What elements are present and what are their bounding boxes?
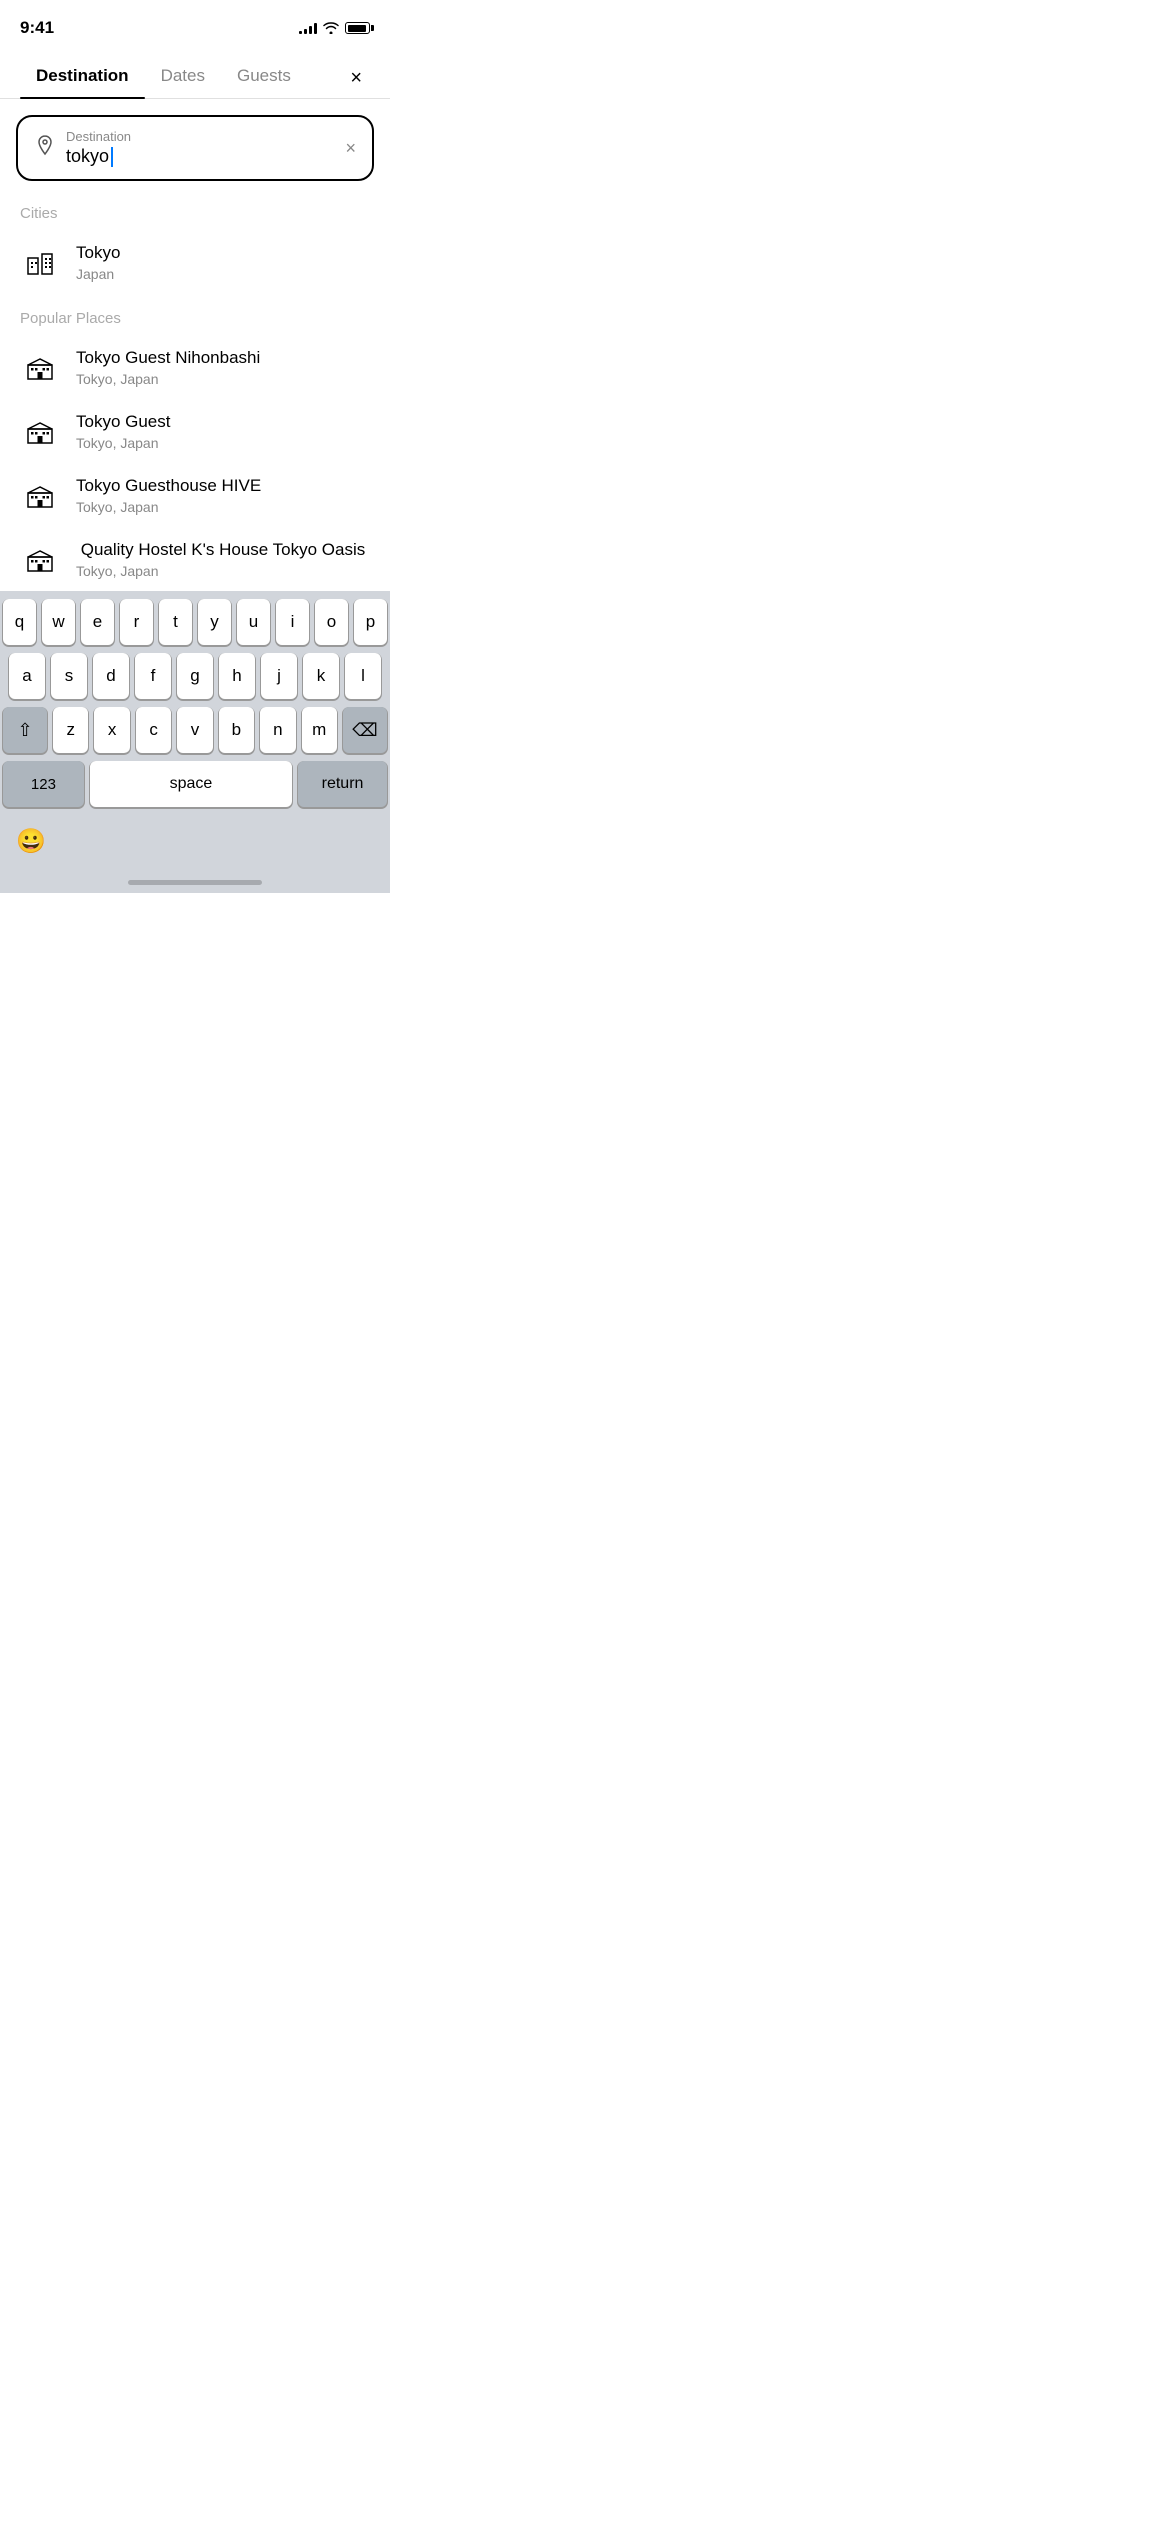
home-indicator-area bbox=[0, 876, 390, 893]
key-j[interactable]: j bbox=[261, 653, 297, 699]
tab-destination[interactable]: Destination bbox=[20, 58, 145, 98]
emoji-button[interactable]: 😀 bbox=[16, 827, 46, 856]
space-key[interactable]: space bbox=[90, 761, 292, 807]
city-info: Tokyo Japan bbox=[76, 242, 370, 282]
key-c[interactable]: c bbox=[136, 707, 171, 753]
key-p[interactable]: p bbox=[354, 599, 387, 645]
key-u[interactable]: u bbox=[237, 599, 270, 645]
keyboard: q w e r t y u i o p a s d f g h j k l ⇧ … bbox=[0, 591, 390, 819]
place-sub: Tokyo, Japan bbox=[76, 435, 370, 451]
home-indicator-bar bbox=[128, 880, 262, 885]
key-l[interactable]: l bbox=[345, 653, 381, 699]
signal-bars-icon bbox=[299, 22, 317, 34]
key-h[interactable]: h bbox=[219, 653, 255, 699]
location-pin-icon bbox=[34, 134, 56, 162]
key-k[interactable]: k bbox=[303, 653, 339, 699]
city-sub: Japan bbox=[76, 266, 370, 282]
place-icon bbox=[20, 411, 60, 451]
search-clear-button[interactable]: × bbox=[345, 138, 356, 159]
tab-dates[interactable]: Dates bbox=[145, 58, 221, 98]
key-f[interactable]: f bbox=[135, 653, 171, 699]
key-g[interactable]: g bbox=[177, 653, 213, 699]
list-item[interactable]: Tokyo Guest Tokyo, Japan bbox=[0, 399, 390, 463]
key-a[interactable]: a bbox=[9, 653, 45, 699]
shift-key[interactable]: ⇧ bbox=[3, 707, 47, 753]
place-info: Quality Hostel K's House Tokyo Oasis Tok… bbox=[76, 539, 370, 579]
place-sub: Tokyo, Japan bbox=[76, 371, 370, 387]
tab-guests[interactable]: Guests bbox=[221, 58, 307, 98]
keyboard-row-2: a s d f g h j k l bbox=[3, 653, 387, 699]
key-o[interactable]: o bbox=[315, 599, 348, 645]
place-sub: Tokyo, Japan bbox=[76, 563, 370, 579]
key-m[interactable]: m bbox=[302, 707, 337, 753]
key-t[interactable]: t bbox=[159, 599, 192, 645]
text-cursor bbox=[111, 147, 113, 167]
nav-tabs: Destination Dates Guests × bbox=[0, 50, 390, 99]
place-name: Quality Hostel K's House Tokyo Oasis bbox=[76, 539, 370, 561]
city-icon bbox=[20, 242, 60, 282]
key-r[interactable]: r bbox=[120, 599, 153, 645]
place-info: Tokyo Guesthouse HIVE Tokyo, Japan bbox=[76, 475, 370, 515]
key-y[interactable]: y bbox=[198, 599, 231, 645]
return-key[interactable]: return bbox=[298, 761, 387, 807]
key-q[interactable]: q bbox=[3, 599, 36, 645]
delete-key[interactable]: ⌫ bbox=[343, 707, 387, 753]
popular-places-section-header: Popular Places bbox=[0, 294, 390, 335]
key-w[interactable]: w bbox=[42, 599, 75, 645]
battery-icon bbox=[345, 22, 370, 34]
cities-section-header: Cities bbox=[0, 189, 390, 230]
keyboard-row-3: ⇧ z x c v b n m ⌫ bbox=[3, 707, 387, 753]
keyboard-row-bottom: 123 space return bbox=[3, 761, 387, 807]
place-name: Tokyo Guesthouse HIVE bbox=[76, 475, 370, 497]
status-bar: 9:41 bbox=[0, 0, 390, 50]
key-n[interactable]: n bbox=[260, 707, 295, 753]
list-item[interactable]: Tokyo Japan bbox=[0, 230, 390, 294]
close-button[interactable]: × bbox=[342, 63, 370, 94]
place-sub: Tokyo, Japan bbox=[76, 499, 370, 515]
key-z[interactable]: z bbox=[53, 707, 88, 753]
place-name: Tokyo Guest Nihonbashi bbox=[76, 347, 370, 369]
search-container: Destination tokyo × bbox=[0, 99, 390, 189]
list-item[interactable]: Quality Hostel K's House Tokyo Oasis Tok… bbox=[0, 527, 390, 591]
place-icon bbox=[20, 539, 60, 579]
status-icons bbox=[299, 22, 370, 34]
list-item[interactable]: Tokyo Guesthouse HIVE Tokyo, Japan bbox=[0, 463, 390, 527]
city-name: Tokyo bbox=[76, 242, 370, 264]
emoji-bar: 😀 bbox=[0, 819, 390, 876]
key-i[interactable]: i bbox=[276, 599, 309, 645]
keyboard-row-1: q w e r t y u i o p bbox=[3, 599, 387, 645]
numbers-key[interactable]: 123 bbox=[3, 761, 84, 807]
place-name: Tokyo Guest bbox=[76, 411, 370, 433]
place-info: Tokyo Guest Nihonbashi Tokyo, Japan bbox=[76, 347, 370, 387]
place-icon bbox=[20, 347, 60, 387]
key-b[interactable]: b bbox=[219, 707, 254, 753]
search-label: Destination bbox=[66, 129, 335, 144]
place-icon bbox=[20, 475, 60, 515]
status-time: 9:41 bbox=[20, 18, 54, 38]
wifi-icon bbox=[323, 22, 339, 34]
search-value: tokyo bbox=[66, 146, 335, 167]
key-x[interactable]: x bbox=[94, 707, 129, 753]
list-item[interactable]: Tokyo Guest Nihonbashi Tokyo, Japan bbox=[0, 335, 390, 399]
key-d[interactable]: d bbox=[93, 653, 129, 699]
key-v[interactable]: v bbox=[177, 707, 212, 753]
key-s[interactable]: s bbox=[51, 653, 87, 699]
place-info: Tokyo Guest Tokyo, Japan bbox=[76, 411, 370, 451]
search-box[interactable]: Destination tokyo × bbox=[16, 115, 374, 181]
key-e[interactable]: e bbox=[81, 599, 114, 645]
